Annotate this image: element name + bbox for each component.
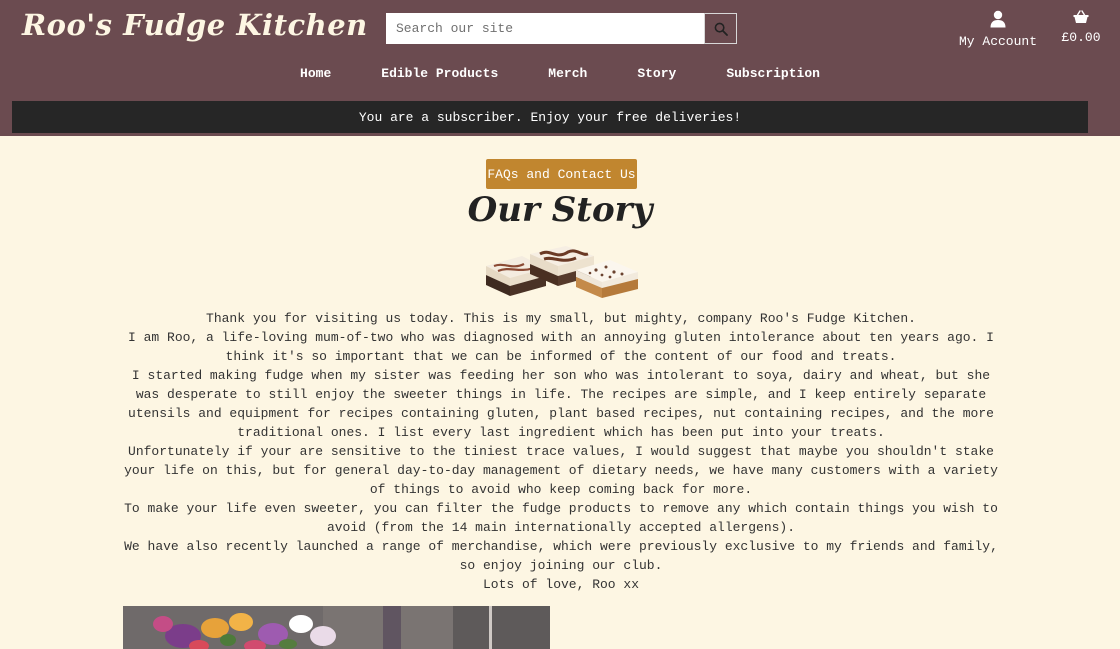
nav-item-story[interactable]: Story — [612, 66, 701, 81]
page-title: Our Story — [467, 190, 653, 230]
story-paragraph: We have also recently launched a range o… — [124, 539, 998, 573]
main-nav: Home Edible Products Merch Story Subscri… — [0, 66, 1120, 81]
nav-item-merch[interactable]: Merch — [523, 66, 612, 81]
basket-link[interactable]: £0.00 — [1058, 10, 1104, 45]
search-input[interactable] — [386, 13, 704, 44]
subscriber-banner: You are a subscriber. Enjoy your free de… — [12, 101, 1088, 133]
story-photo — [123, 606, 550, 649]
story-paragraph: To make your life even sweeter, you can … — [124, 501, 998, 535]
search-button[interactable] — [704, 13, 737, 44]
user-icon — [990, 10, 1006, 28]
story-paragraph: Thank you for visiting us today. This is… — [206, 311, 916, 326]
nav-item-edible-products[interactable]: Edible Products — [356, 66, 523, 81]
fudge-image — [486, 246, 638, 298]
my-account-link[interactable]: My Account — [958, 10, 1038, 49]
site-logo[interactable]: Roo's Fudge Kitchen — [22, 8, 368, 42]
basket-icon — [1073, 10, 1089, 23]
nav-item-subscription[interactable]: Subscription — [701, 66, 845, 81]
basket-total: £0.00 — [1061, 30, 1101, 45]
nav-item-home[interactable]: Home — [275, 66, 356, 81]
site-header: Roo's Fudge Kitchen My Account £0.00 Hom… — [0, 0, 1120, 136]
search-form — [386, 13, 737, 44]
flowers-image — [123, 606, 550, 649]
search-icon — [714, 22, 728, 36]
story-paragraph: Unfortunately if your are sensitive to t… — [124, 444, 998, 497]
story-text: Thank you for visiting us today. This is… — [120, 309, 1002, 594]
story-paragraph: I started making fudge when my sister wa… — [128, 368, 994, 440]
faq-contact-button[interactable]: FAQs and Contact Us — [486, 159, 637, 189]
story-signoff: Lots of love, Roo xx — [482, 577, 640, 592]
story-paragraph: I am Roo, a life-loving mum-of-two who w… — [128, 330, 994, 364]
my-account-label: My Account — [958, 34, 1037, 49]
